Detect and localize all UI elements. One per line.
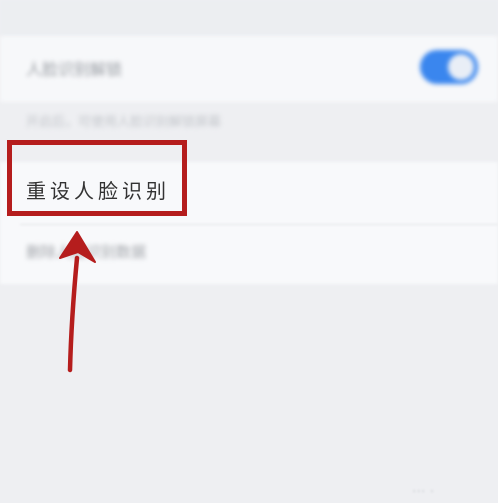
annotation-arrow bbox=[59, 231, 96, 373]
annotation-arrow-shaft bbox=[67, 255, 80, 373]
watermark: ··· · bbox=[412, 484, 435, 500]
